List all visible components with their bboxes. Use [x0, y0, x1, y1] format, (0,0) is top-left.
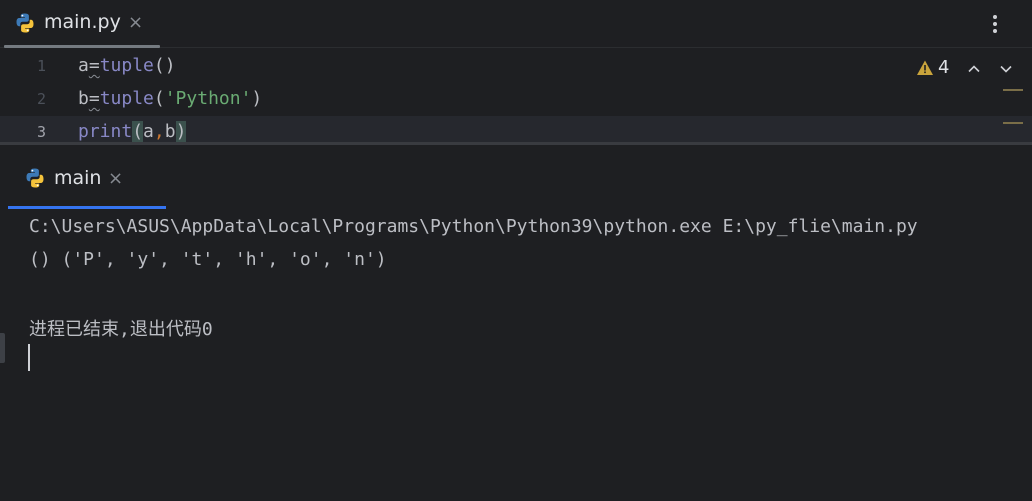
code-token: ): [251, 88, 263, 109]
code-token: a: [78, 55, 89, 76]
code-token: 'Python': [164, 88, 252, 109]
run-tab-label: main: [54, 167, 102, 189]
code-token: (): [153, 55, 176, 76]
active-tab-indicator: [4, 45, 160, 48]
code-token: =: [88, 55, 100, 76]
code-token: b: [164, 121, 176, 142]
error-stripe-mark[interactable]: [1003, 89, 1023, 91]
editor-tab-label: main.py: [44, 11, 121, 33]
more-options-icon[interactable]: [983, 8, 1007, 40]
code-editor[interactable]: 1 a=tuple() 2 b=tuple('Python') 3 print(…: [0, 49, 1032, 142]
run-tab-main[interactable]: main ×: [8, 145, 166, 209]
python-file-icon: [24, 167, 46, 193]
code-token: print: [78, 121, 133, 142]
close-icon[interactable]: ×: [128, 12, 143, 33]
python-file-icon: [14, 12, 36, 38]
code-line-text: print(a,b): [78, 121, 187, 142]
code-token: b: [78, 88, 89, 109]
code-line-text: a=tuple(): [78, 55, 176, 76]
code-token: =: [88, 88, 100, 109]
chevron-down-icon[interactable]: [998, 61, 1014, 77]
run-console[interactable]: C:\Users\ASUS\AppData\Local\Programs\Pyt…: [0, 209, 1032, 501]
line-number: 1: [36, 57, 46, 75]
text-caret: [28, 344, 30, 371]
warning-icon: [917, 60, 933, 75]
code-line-current: 3 print(a,b): [0, 116, 1032, 142]
console-line-exit: 进程已结束,退出代码0: [29, 319, 213, 340]
line-number: 2: [36, 90, 46, 108]
code-line: 2 b=tuple('Python'): [0, 83, 1032, 116]
console-gutter-marker: [0, 333, 5, 363]
code-token: ): [175, 121, 187, 142]
run-tool-window-header: main ×: [0, 145, 1032, 209]
chevron-up-icon[interactable]: [966, 61, 982, 77]
editor-tab-main-py[interactable]: main.py ×: [0, 0, 160, 48]
code-line: 1 a=tuple(): [0, 50, 1032, 83]
code-line-text: b=tuple('Python'): [78, 88, 262, 109]
error-stripe-mark[interactable]: [1003, 122, 1023, 124]
code-token: tuple: [99, 55, 154, 76]
console-line-command: C:\Users\ASUS\AppData\Local\Programs\Pyt…: [29, 216, 918, 237]
code-token: a: [143, 121, 154, 142]
console-line-output: () ('P', 'y', 't', 'h', 'o', 'n'): [29, 249, 387, 270]
editor-tab-bar: main.py ×: [0, 0, 1032, 48]
code-token: (: [132, 121, 144, 142]
line-number: 3: [36, 123, 46, 141]
code-token: tuple: [99, 88, 154, 109]
code-token: ,: [153, 121, 165, 142]
code-token: (: [153, 88, 165, 109]
warning-count: 4: [938, 57, 950, 78]
close-icon[interactable]: ×: [108, 168, 123, 189]
